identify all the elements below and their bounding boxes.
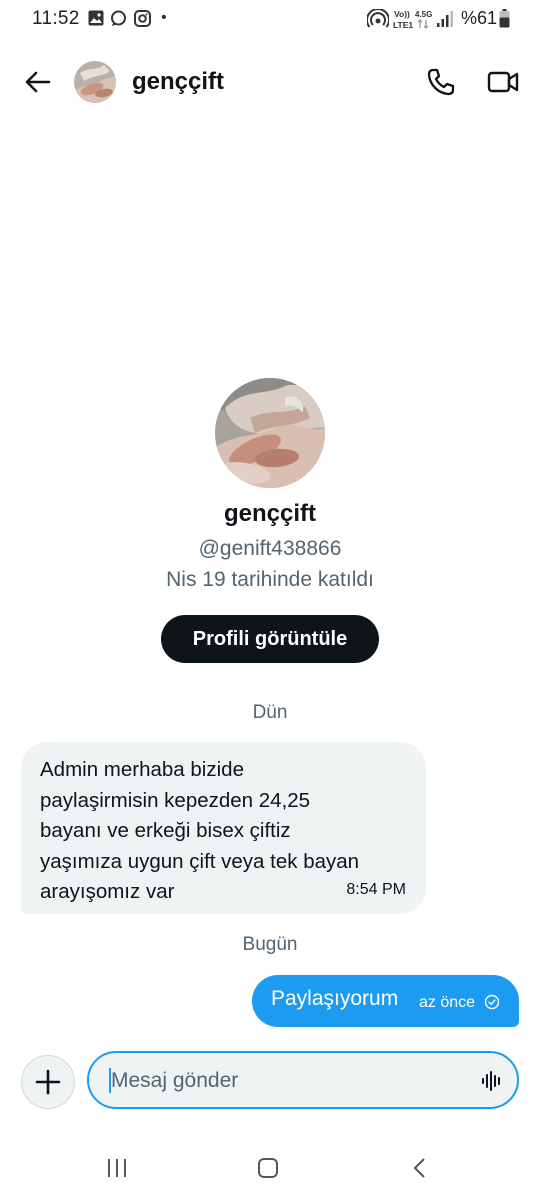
- hotspot-icon: [367, 9, 389, 28]
- status-bar: 11:52 • Vo)) LTE1 4.5G %61: [0, 0, 540, 40]
- status-dot: •: [161, 9, 167, 26]
- avatar-photo: [74, 61, 116, 103]
- voice-wave-icon[interactable]: [481, 1070, 503, 1092]
- signal-icon: [437, 11, 453, 27]
- message-text: Paylaşıyorum: [271, 987, 399, 1010]
- profile-name: genççift: [223, 500, 316, 527]
- battery-percent: %61: [461, 8, 498, 28]
- battery-icon: [499, 9, 510, 28]
- system-nav-bar: [0, 1140, 540, 1199]
- view-profile-button[interactable]: Profili görüntüle: [161, 615, 379, 663]
- message-input[interactable]: Mesaj gönder: [87, 1051, 519, 1109]
- message-time: az önce: [419, 994, 476, 1011]
- back-arrow-icon: [25, 71, 51, 93]
- outgoing-message-bubble[interactable]: Paylaşıyorum az önce: [252, 975, 519, 1027]
- gallery-icon: [88, 10, 104, 26]
- svg-text:4.5G: 4.5G: [415, 10, 432, 19]
- recent-apps-icon[interactable]: [106, 1157, 128, 1179]
- video-call-button[interactable]: [486, 66, 520, 98]
- day-separator-today: Bugün: [242, 934, 298, 955]
- profile-handle: @genift438866: [198, 537, 342, 560]
- back-icon[interactable]: [410, 1157, 432, 1179]
- message-time: 8:54 PM: [346, 881, 406, 898]
- chat-header: genççift: [0, 52, 540, 114]
- instagram-icon: [134, 10, 151, 27]
- svg-text:LTE1: LTE1: [393, 20, 413, 30]
- chat-bubble-icon: [111, 10, 126, 26]
- network-type-icon: 4.5G: [415, 10, 432, 29]
- call-button[interactable]: [424, 66, 456, 98]
- header-avatar[interactable]: [74, 61, 116, 103]
- plus-icon: [35, 1069, 61, 1095]
- status-time: 11:52: [32, 8, 80, 29]
- check-circle-icon: [484, 994, 500, 1010]
- phone-icon: [427, 68, 455, 96]
- message-placeholder: Mesaj gönder: [111, 1069, 239, 1092]
- incoming-message-bubble[interactable]: Admin merhaba bizide paylaşirmisin kepez…: [21, 742, 426, 914]
- contact-name[interactable]: genççift: [132, 68, 224, 96]
- video-camera-icon: [487, 71, 519, 93]
- back-button[interactable]: [22, 66, 54, 98]
- day-separator-yesterday: Dün: [252, 702, 288, 723]
- profile-joined-date: Nis 19 tarihinde katıldı: [166, 568, 374, 591]
- volte-icon: Vo)) LTE1: [393, 9, 413, 30]
- home-icon[interactable]: [257, 1157, 279, 1179]
- avatar-photo: [215, 378, 325, 488]
- profile-avatar[interactable]: [215, 378, 325, 488]
- svg-text:Vo)): Vo)): [394, 9, 410, 19]
- add-attachment-button[interactable]: [21, 1055, 75, 1109]
